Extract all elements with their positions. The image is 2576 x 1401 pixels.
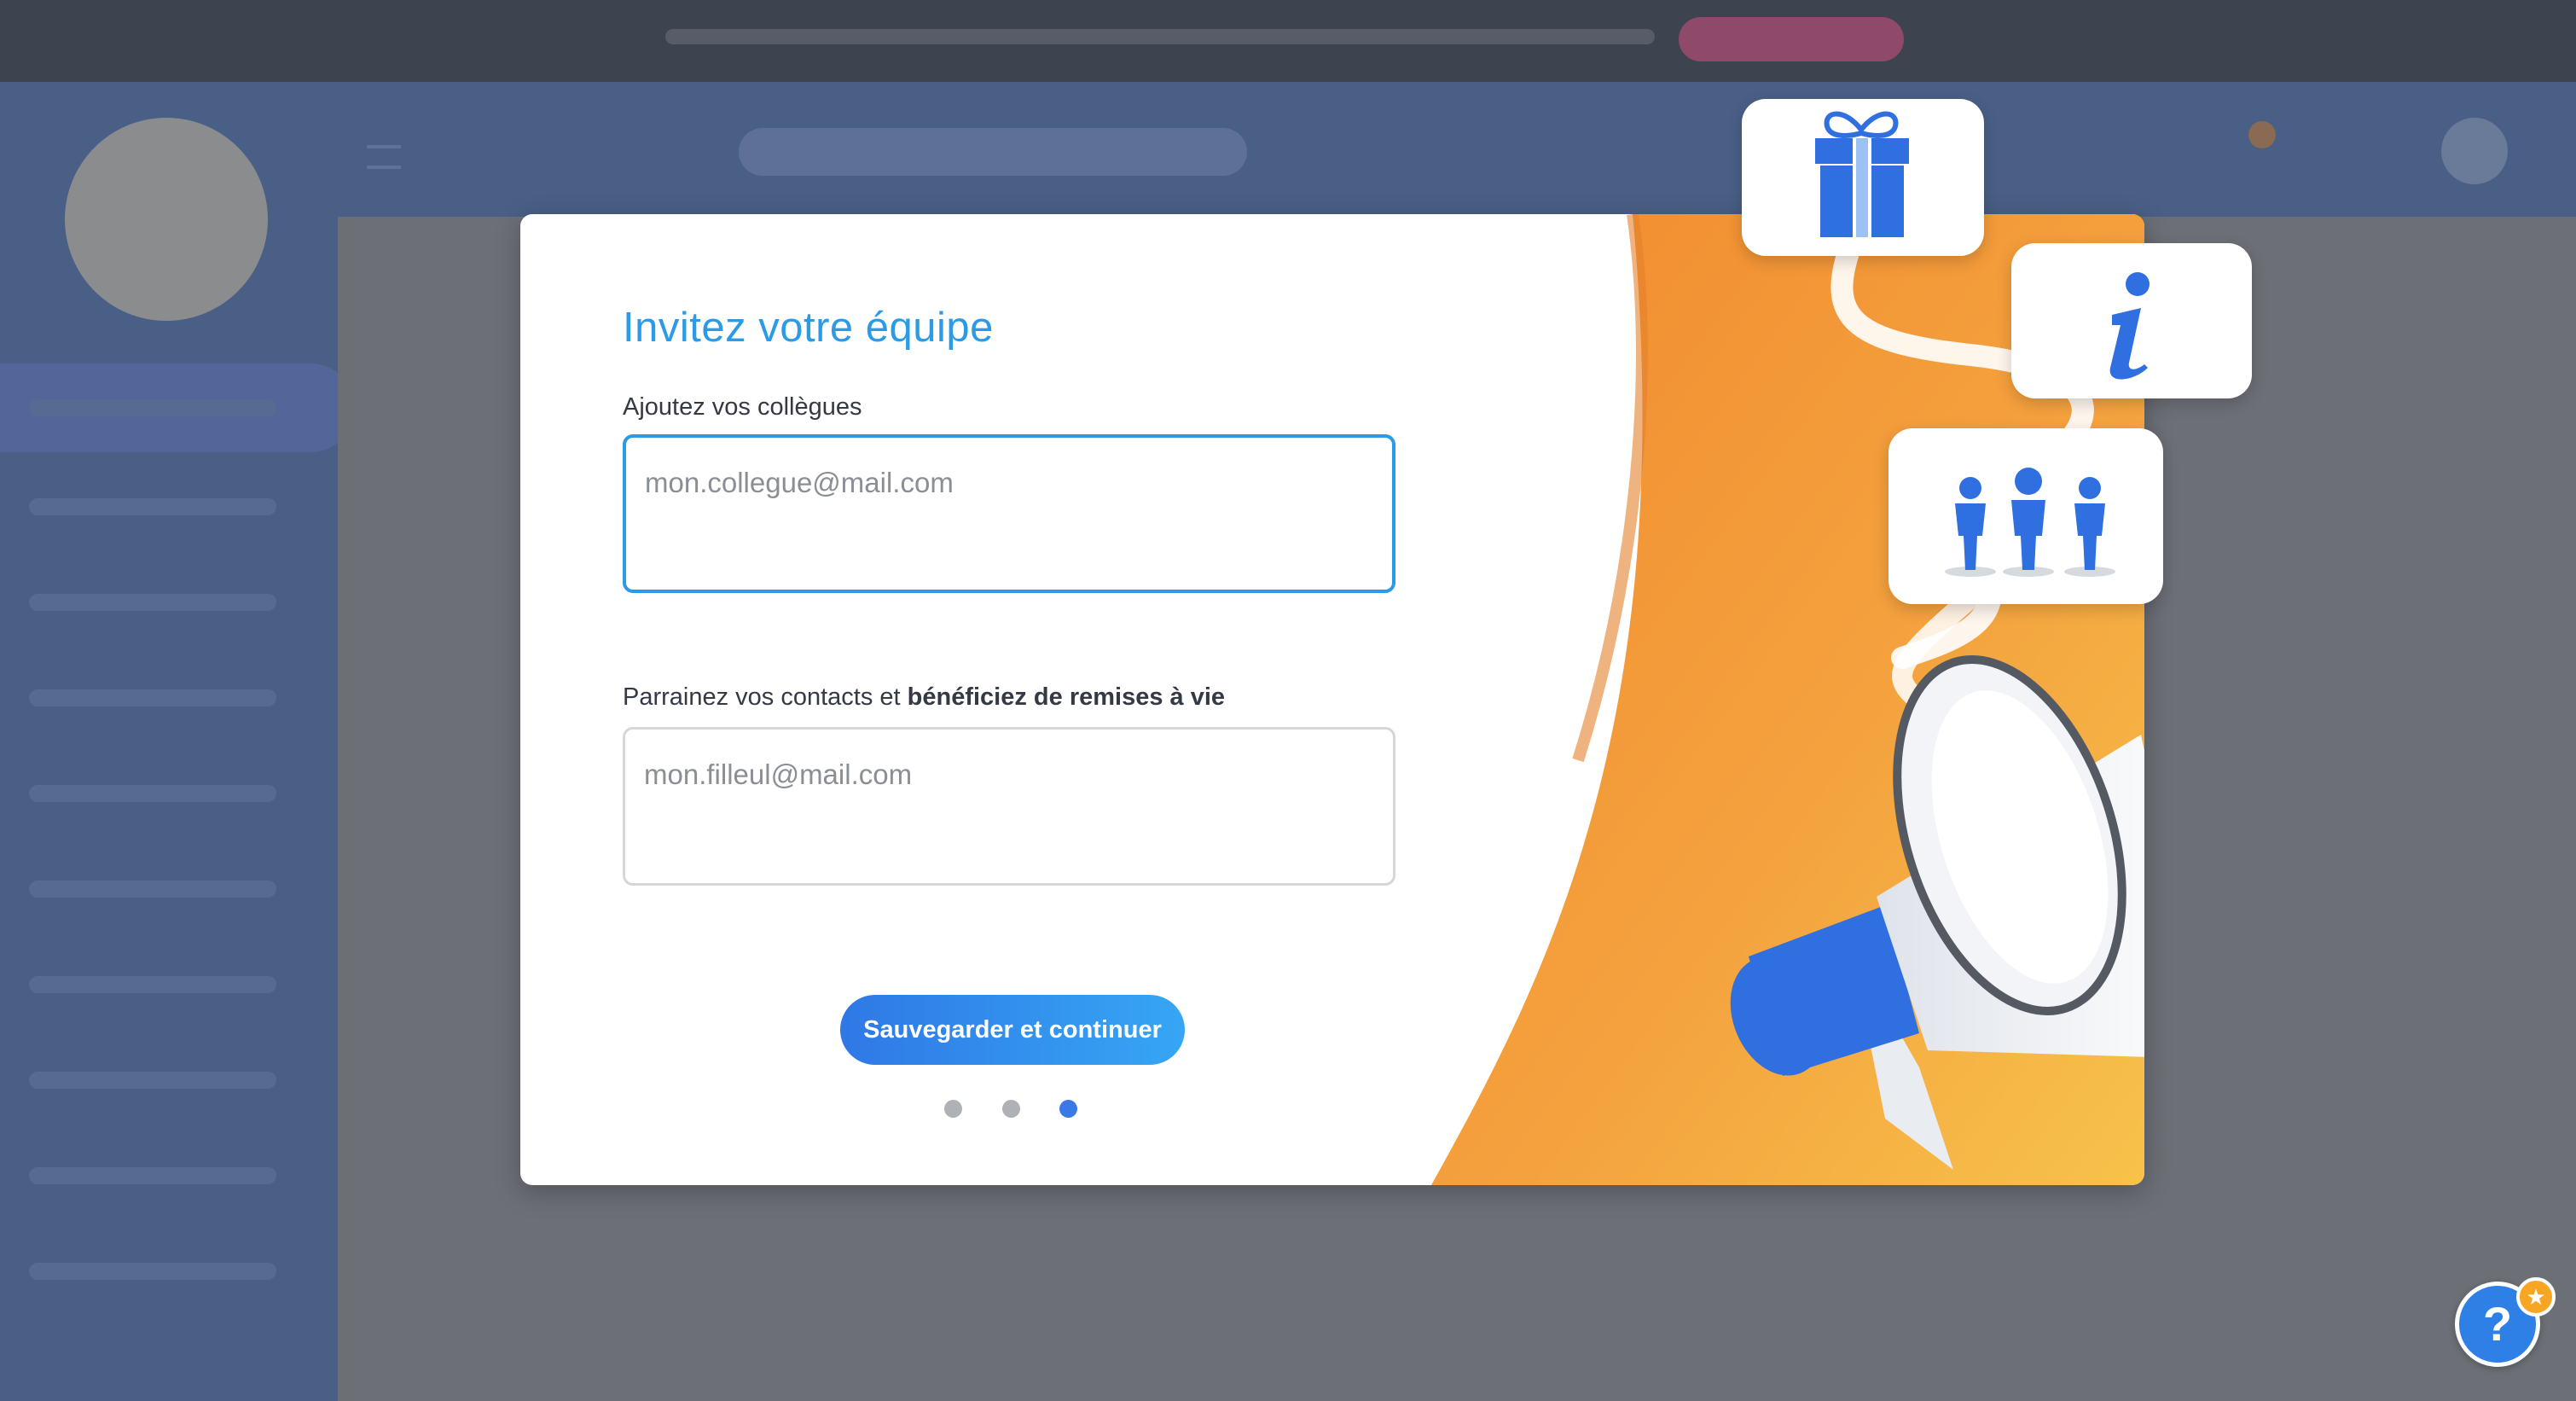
app-header	[0, 82, 2576, 217]
team-card	[1888, 428, 2163, 604]
gift-card	[1742, 99, 1984, 256]
referral-label-prefix: Parrainez vos contacts et	[623, 683, 908, 711]
sidebar-item	[29, 399, 276, 416]
menu-icon	[367, 145, 401, 169]
invite-team-modal: Invitez votre équipe Ajoutez vos collègu…	[520, 214, 2144, 1185]
search-bar	[739, 128, 1247, 176]
notification-icon	[2248, 121, 2276, 148]
step-dot-1[interactable]	[944, 1100, 962, 1118]
colleagues-label: Ajoutez vos collègues	[623, 393, 862, 421]
sidebar	[0, 82, 355, 1401]
referral-email-input[interactable]	[623, 727, 1395, 886]
step-dot-2[interactable]	[1002, 1100, 1020, 1118]
team-icon	[1945, 468, 2115, 577]
logo	[65, 118, 268, 321]
save-and-continue-button[interactable]: Sauvegarder et continuer	[840, 995, 1185, 1065]
sidebar-item	[29, 1263, 276, 1280]
sidebar-item	[29, 976, 276, 993]
top-banner-button	[1679, 17, 1904, 61]
sidebar-item	[29, 785, 276, 802]
info-icon	[2109, 272, 2150, 380]
top-banner-text	[665, 29, 1655, 44]
sidebar-item	[29, 498, 276, 515]
modal-title: Invitez votre équipe	[623, 305, 994, 351]
sidebar-item	[29, 689, 276, 706]
colleagues-email-input[interactable]	[623, 434, 1395, 593]
top-banner	[0, 0, 2576, 82]
referral-label-bold: bénéficiez de remises à vie	[907, 683, 1226, 711]
info-card	[2011, 243, 2252, 398]
sidebar-item	[29, 1167, 276, 1184]
star-icon: ★	[2516, 1277, 2556, 1317]
sidebar-item	[29, 594, 276, 611]
gift-icon	[1815, 111, 1909, 237]
step-dot-3-active[interactable]	[1059, 1100, 1077, 1118]
referral-label: Parrainez vos contacts et bénéficiez de …	[623, 683, 1225, 712]
sidebar-item	[29, 881, 276, 898]
sidebar-item	[29, 1072, 276, 1089]
user-avatar	[2441, 118, 2508, 184]
